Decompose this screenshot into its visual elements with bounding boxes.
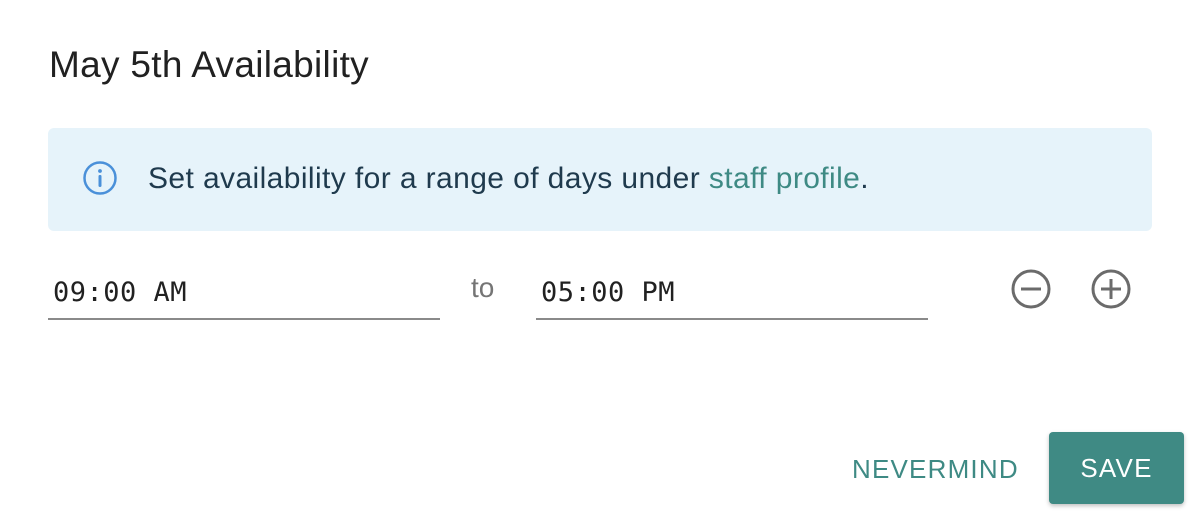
minus-circle-icon: [1011, 269, 1051, 309]
add-time-range-button[interactable]: [1090, 268, 1132, 310]
info-banner: Set availability for a range of days und…: [48, 128, 1152, 231]
nevermind-button[interactable]: NEVERMIND: [846, 448, 1025, 490]
remove-time-range-button[interactable]: [1010, 268, 1052, 310]
range-separator: to: [471, 272, 495, 303]
end-time-field: [536, 268, 928, 320]
info-text-after: .: [860, 162, 870, 195]
info-message: Set availability for a range of days und…: [148, 160, 869, 198]
start-time-field: [48, 268, 440, 320]
plus-circle-icon: [1091, 269, 1131, 309]
save-button[interactable]: SAVE: [1049, 432, 1184, 504]
availability-dialog: May 5th Availability Set availability fo…: [0, 0, 1200, 520]
info-icon: [83, 161, 117, 195]
start-time-input[interactable]: [48, 268, 440, 316]
end-time-input[interactable]: [536, 268, 928, 316]
staff-profile-link[interactable]: staff profile: [709, 162, 860, 195]
info-text-before: Set availability for a range of days und…: [148, 162, 709, 195]
dialog-title: May 5th Availability: [49, 44, 369, 85]
